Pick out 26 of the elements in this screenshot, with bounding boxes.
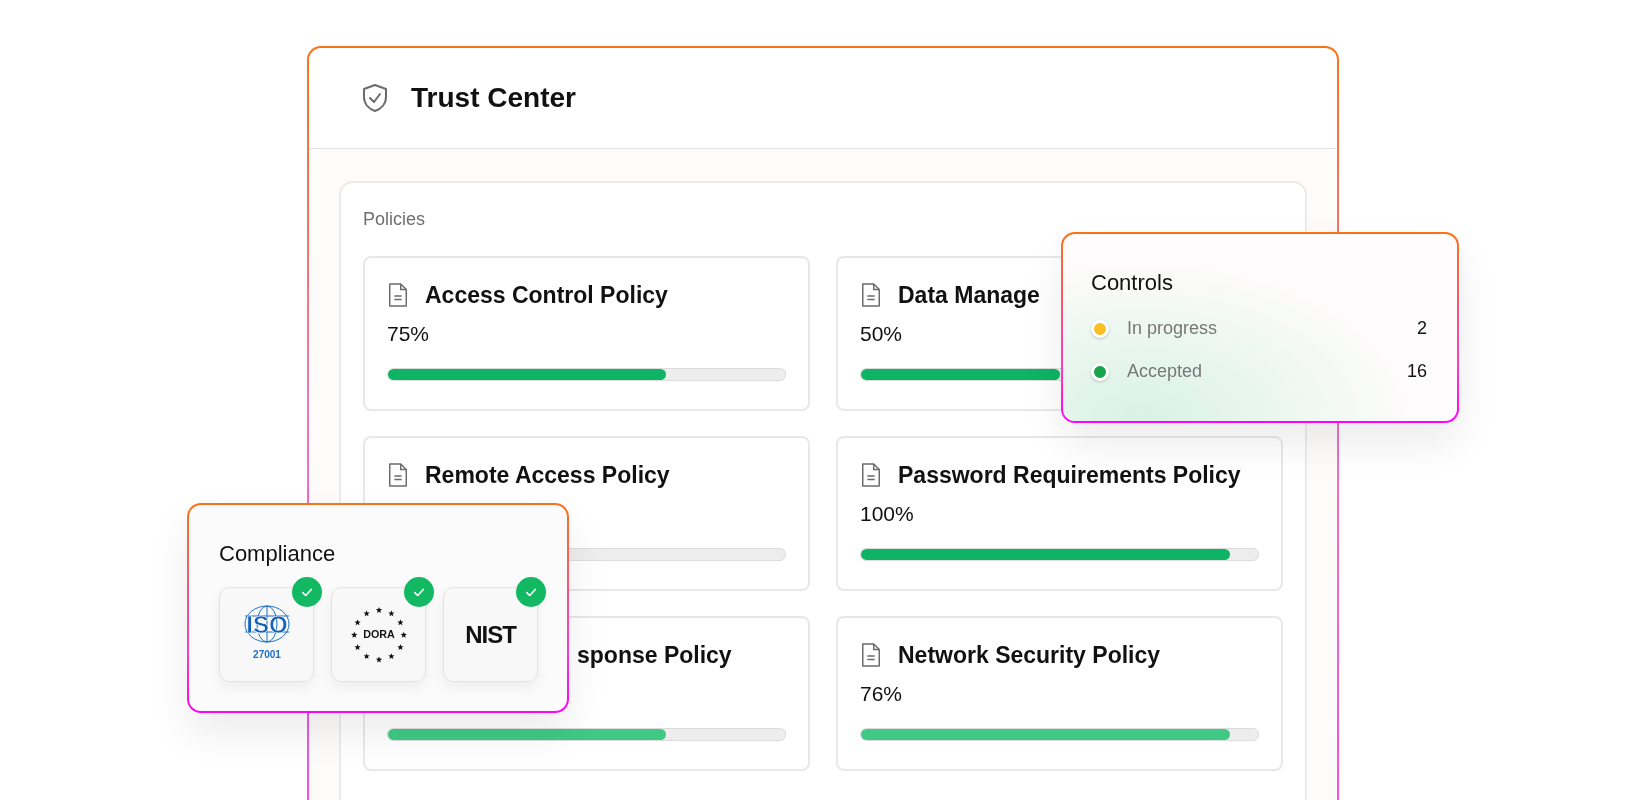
iso-logo: ISO 27001 xyxy=(236,601,297,668)
status-label: In progress xyxy=(1127,318,1218,339)
status-count: 2 xyxy=(1417,318,1427,339)
card-title: Controls xyxy=(1091,270,1174,296)
policy-percent: 76% xyxy=(860,682,903,705)
policy-title: Data Manage xyxy=(898,281,1040,309)
policy-percent: 75% xyxy=(387,322,430,345)
card-title: Compliance xyxy=(219,541,337,567)
certification-tile[interactable]: DORA xyxy=(331,587,426,682)
policy-card[interactable]: Access Control Policy 75% xyxy=(363,256,810,411)
policy-card[interactable]: Password Requirements Policy 100% xyxy=(836,436,1283,591)
certification-tile[interactable]: NIST xyxy=(443,587,538,682)
policy-percent: 100% xyxy=(860,502,914,525)
policy-card[interactable]: Network Security Policy 76% xyxy=(836,616,1283,771)
certification-tile[interactable]: ISO 27001 xyxy=(219,587,314,682)
policy-title: Network Security Policy xyxy=(898,641,1161,669)
policy-title: Password Requirements Policy xyxy=(898,461,1241,489)
policy-title: sponse Policy xyxy=(577,641,732,669)
status-label: Accepted xyxy=(1127,361,1203,382)
status-count: 16 xyxy=(1406,361,1427,382)
window-title: Trust Center xyxy=(411,82,576,114)
policy-title: Remote Access Policy xyxy=(425,461,670,489)
policy-title: Access Control Policy xyxy=(425,281,668,309)
nist-logo: NIST xyxy=(465,620,516,649)
policy-percent: 50% xyxy=(860,322,903,345)
section-label: Policies xyxy=(363,209,427,230)
